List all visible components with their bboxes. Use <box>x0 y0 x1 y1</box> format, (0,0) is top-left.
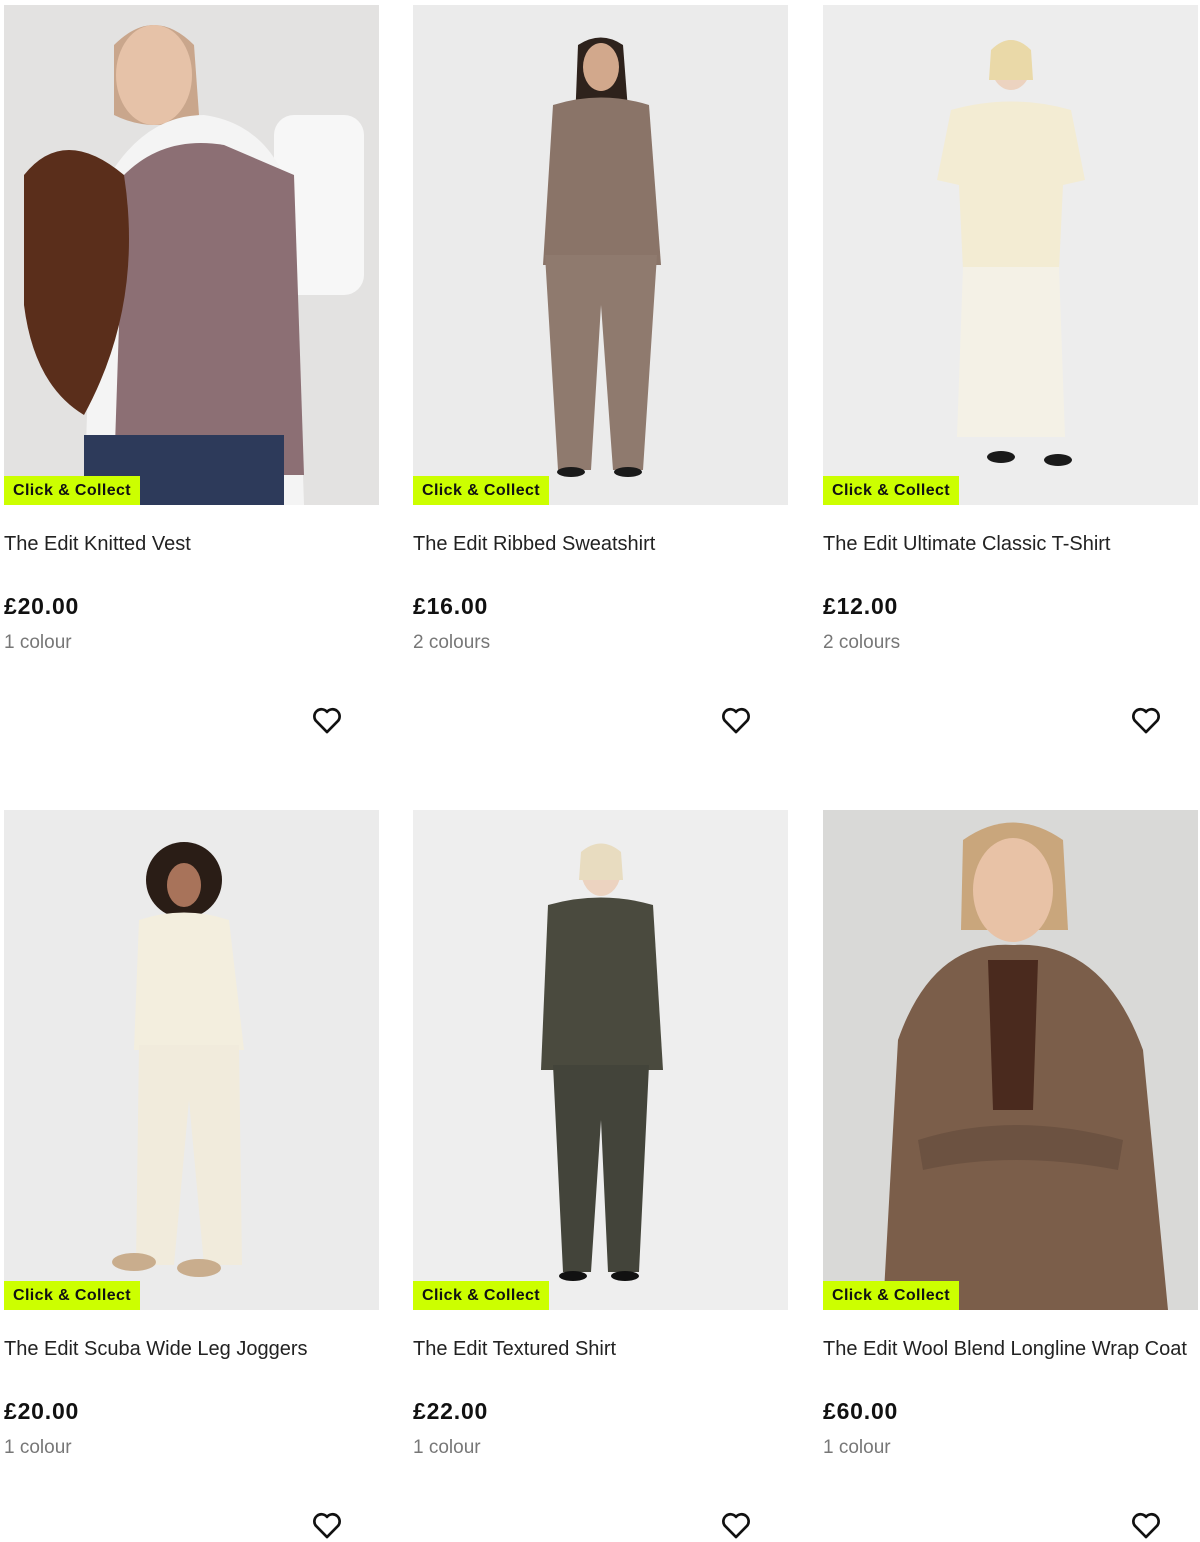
product-colour-count: 1 colour <box>413 1437 481 1458</box>
product-title[interactable]: The Edit Ultimate Classic T-Shirt <box>823 530 1188 559</box>
wishlist-button[interactable] <box>1129 1508 1163 1542</box>
product-title[interactable]: The Edit Knitted Vest <box>4 530 369 559</box>
product-photo-placeholder <box>823 5 1198 505</box>
product-price: £20.00 <box>4 593 80 619</box>
heart-outline-icon <box>313 1512 341 1539</box>
product-image[interactable]: Click & Collect <box>823 5 1198 505</box>
heart-outline-icon <box>313 707 341 734</box>
wishlist-button[interactable] <box>1129 703 1163 737</box>
product-price: £12.00 <box>823 593 899 619</box>
click-collect-badge: Click & Collect <box>4 1281 141 1310</box>
product-price: £20.00 <box>4 1398 80 1424</box>
heart-outline-icon <box>1132 707 1160 734</box>
wishlist-button[interactable] <box>310 703 344 737</box>
heart-outline-icon <box>722 1512 750 1539</box>
product-colour-count: 1 colour <box>4 1437 72 1458</box>
click-collect-badge: Click & Collect <box>413 476 550 505</box>
click-collect-badge: Click & Collect <box>823 1281 960 1310</box>
product-image[interactable]: Click & Collect <box>4 810 379 1310</box>
click-collect-badge: Click & Collect <box>823 476 960 505</box>
product-colour-count: 1 colour <box>823 1437 891 1458</box>
click-collect-badge: Click & Collect <box>413 1281 550 1310</box>
heart-outline-icon <box>722 707 750 734</box>
click-collect-badge: Click & Collect <box>4 476 141 505</box>
product-photo-placeholder <box>413 5 788 505</box>
product-photo-placeholder <box>4 810 379 1310</box>
heart-outline-icon <box>1132 1512 1160 1539</box>
product-image[interactable]: Click & Collect <box>413 5 788 505</box>
product-price: £22.00 <box>413 1398 489 1424</box>
wishlist-button[interactable] <box>719 1508 753 1542</box>
wishlist-button[interactable] <box>719 703 753 737</box>
product-title[interactable]: The Edit Wool Blend Longline Wrap Coat <box>823 1335 1188 1364</box>
product-title[interactable]: The Edit Textured Shirt <box>413 1335 778 1364</box>
product-title[interactable]: The Edit Ribbed Sweatshirt <box>413 530 778 559</box>
product-image[interactable]: Click & Collect <box>4 5 379 505</box>
product-colour-count: 1 colour <box>4 632 72 653</box>
product-colour-count: 2 colours <box>823 632 901 653</box>
product-image[interactable]: Click & Collect <box>413 810 788 1310</box>
wishlist-button[interactable] <box>310 1508 344 1542</box>
product-photo-placeholder <box>823 810 1198 1310</box>
product-photo-placeholder <box>413 810 788 1310</box>
product-photo-placeholder <box>4 5 379 505</box>
product-image[interactable]: Click & Collect <box>823 810 1198 1310</box>
product-price: £16.00 <box>413 593 489 619</box>
product-price: £60.00 <box>823 1398 899 1424</box>
product-title[interactable]: The Edit Scuba Wide Leg Joggers <box>4 1335 369 1364</box>
product-colour-count: 2 colours <box>413 632 491 653</box>
